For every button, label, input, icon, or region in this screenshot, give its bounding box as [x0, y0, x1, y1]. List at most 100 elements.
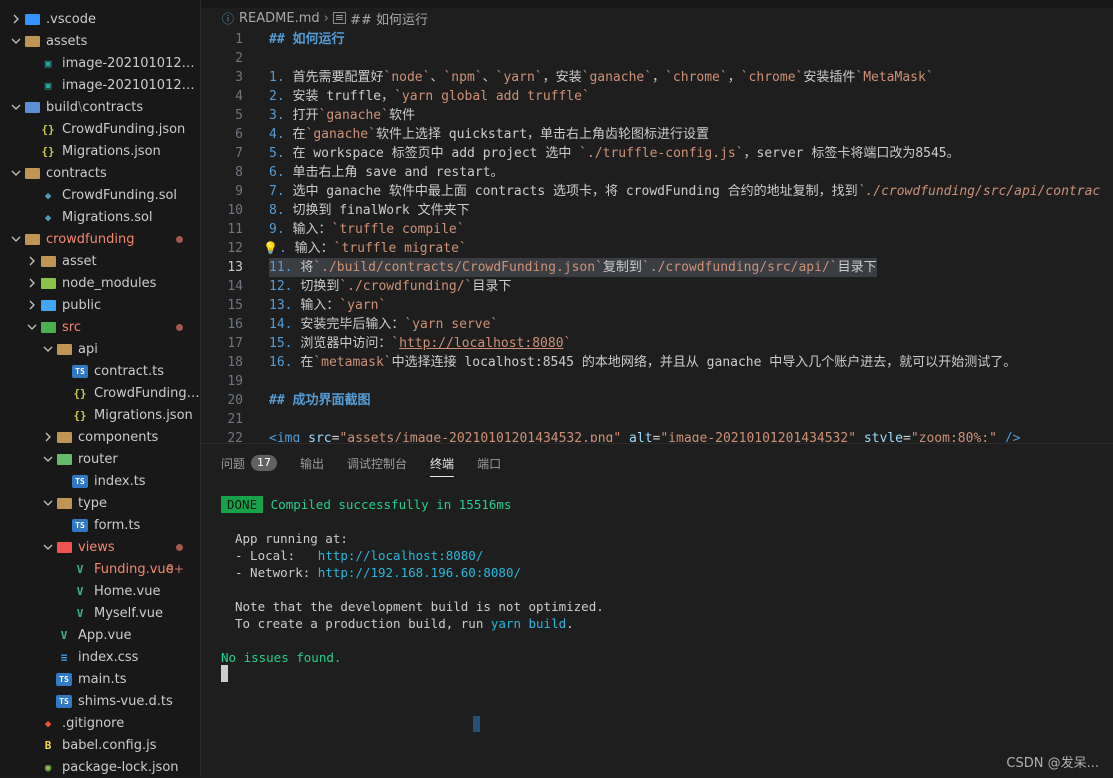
editor-line[interactable]: 12 💡. 输入：`truffle migrate`	[201, 239, 1113, 258]
editor-line[interactable]: 11 9. 输入：`truffle compile`	[201, 220, 1113, 239]
line-code: 13. 输入：`yarn`	[269, 296, 386, 315]
explorer-item[interactable]: TS contract.ts	[0, 360, 200, 382]
editor-line[interactable]: 16 14. 安装完毕后输入：`yarn serve`	[201, 315, 1113, 334]
explorer-item[interactable]: {} CrowdFunding.json	[0, 118, 200, 140]
explorer-item[interactable]: {} Migrations.json	[0, 140, 200, 162]
editor-line[interactable]: 10 8. 切换到 finalWork 文件夹下	[201, 201, 1113, 220]
explorer-item[interactable]: ◆ CrowdFunding.sol	[0, 184, 200, 206]
lightbulb-icon[interactable]: 💡	[263, 239, 278, 258]
explorer-item[interactable]: src	[0, 316, 200, 338]
editor-line[interactable]: 17 15. 浏览器中访问：`http://localhost:8080`	[201, 334, 1113, 353]
editor-line[interactable]: 7 5. 在 workspace 标签页中 add project 选中 `./t…	[201, 144, 1113, 163]
no-issues-message: No issues found.	[221, 650, 342, 665]
explorer-item[interactable]: V Funding.vue 9+	[0, 558, 200, 580]
explorer-item[interactable]: ▣ image-2021010120143...	[0, 52, 200, 74]
explorer-item[interactable]: asset	[0, 250, 200, 272]
terminal-line-done: DONE Compiled successfully in 15516ms	[221, 496, 511, 513]
local-url-link[interactable]: http://localhost:8080/	[318, 548, 484, 563]
line-number: 19	[227, 374, 243, 389]
explorer-item[interactable]: crowdfunding	[0, 228, 200, 250]
bottom-panel: 问题 17 输出 调试控制台 终端 端口 DONE Compiled successful…	[201, 443, 1113, 778]
explorer-item-label: Migrations.sol	[62, 209, 153, 225]
editor-line[interactable]: 5 3. 打开`ganache`软件	[201, 106, 1113, 125]
explorer-item[interactable]: node_modules	[0, 272, 200, 294]
panel-tab[interactable]: 端口	[477, 452, 501, 474]
explorer-item[interactable]: V App.vue	[0, 624, 200, 646]
panel-tab[interactable]: 输出	[300, 452, 324, 474]
editor-line[interactable]: 14 12. 切换到`./crowdfunding/`目录下	[201, 277, 1113, 296]
explorer-item[interactable]: ◆ .gitignore	[0, 712, 200, 734]
explorer-item[interactable]: router	[0, 448, 200, 470]
explorer-item[interactable]: Bbabel.config.js	[0, 734, 200, 756]
network-url-link[interactable]: http://192.168.196.60:8080/	[318, 565, 521, 580]
code-token: `yarn`	[339, 298, 387, 313]
panel-tab[interactable]: 终端	[430, 452, 455, 477]
explorer-item[interactable]: type	[0, 492, 200, 514]
explorer-item[interactable]: TS main.ts	[0, 668, 200, 690]
line-number: 12	[227, 241, 243, 256]
explorer-item-label: shims-vue.d.ts	[78, 693, 173, 709]
code-token: `yarn`	[495, 70, 543, 85]
editor-line[interactable]: 6 4. 在`ganache`软件上选择 quickstart，单击右上角齿轮图标…	[201, 125, 1113, 144]
explorer-item[interactable]: ▣ image-2021010120155...	[0, 74, 200, 96]
breadcrumb-section[interactable]: ## 如何运行	[350, 9, 428, 28]
line-number: 1	[235, 32, 243, 47]
explorer-item-label: index.ts	[94, 473, 146, 489]
explorer-item[interactable]: .vscode	[0, 8, 200, 30]
editor-line[interactable]: 13 11. 将`./build/contracts/CrowdFunding.j…	[201, 258, 1113, 277]
editor-line[interactable]: 20 ## 成功界面截图	[201, 391, 1113, 410]
code-token: 浏览器中访问：	[300, 336, 392, 351]
panel-tab-label: 端口	[477, 456, 502, 471]
editor-line[interactable]: 15 13. 输入：`yarn`	[201, 296, 1113, 315]
editor-line[interactable]: 21	[201, 410, 1113, 429]
explorer-item[interactable]: TS form.ts	[0, 514, 200, 536]
explorer-item[interactable]: {} CrowdFunding.json	[0, 382, 200, 404]
editor-line[interactable]: 19	[201, 372, 1113, 391]
editor-line[interactable]: 8 6. 单击右上角 save and restart。	[201, 163, 1113, 182]
code-token: 输入：	[300, 298, 340, 313]
explorer-item[interactable]: TS shims-vue.d.ts	[0, 690, 200, 712]
editor-line[interactable]: 2	[201, 49, 1113, 68]
explorer-item[interactable]: contracts	[0, 162, 200, 184]
code-token: 16.	[269, 355, 301, 370]
explorer-item[interactable]: assets	[0, 30, 200, 52]
folder-icon	[24, 231, 40, 247]
problem-count-badge: 9+	[166, 562, 184, 576]
explorer-item[interactable]: V Myself.vue	[0, 602, 200, 624]
explorer-item[interactable]: ◉ package-lock.json	[0, 756, 200, 777]
editor-line[interactable]: 1 ## 如何运行	[201, 30, 1113, 49]
code-token: <img	[269, 431, 309, 442]
explorer-item[interactable]: public	[0, 294, 200, 316]
explorer-item[interactable]: ◆ Migrations.sol	[0, 206, 200, 228]
explorer-item[interactable]: {} Migrations.json	[0, 404, 200, 426]
panel-tab[interactable]: 问题 17	[221, 452, 278, 474]
code-token: 14.	[269, 317, 301, 332]
editor-line[interactable]: 4 2. 安装 truffle，`yarn global add truffle`	[201, 87, 1113, 106]
code-token: ，server 标签卡将端口改为8545。	[743, 146, 960, 161]
explorer-item[interactable]: views	[0, 536, 200, 558]
line-code: 6. 单击右上角 save and restart。	[269, 163, 504, 182]
explorer-item-label: Myself.vue	[94, 605, 163, 621]
explorer-item[interactable]: api	[0, 338, 200, 360]
image-file-icon: ▣	[44, 56, 52, 70]
explorer-item[interactable]: V Home.vue	[0, 580, 200, 602]
editor-line[interactable]: 22 <img src = "assets/image-202101012014345…	[201, 429, 1113, 442]
explorer-item[interactable]: components	[0, 426, 200, 448]
editor-line[interactable]: 18 16. 在`metamask`中选择连接 localhost:8545 的本…	[201, 353, 1113, 372]
explorer-item-label: src	[62, 319, 81, 335]
code-token: 13.	[269, 298, 301, 313]
panel-tab[interactable]: 调试控制台	[347, 452, 407, 474]
breadcrumb-file[interactable]: README.md	[239, 11, 320, 26]
code-token: 在	[292, 127, 306, 142]
code-editor[interactable]: 1 ## 如何运行 2 3 1. 首先需要配置好`node`、`npm`、`yarn`，…	[201, 28, 1113, 442]
editor-line[interactable]: 3 1. 首先需要配置好`node`、`npm`、`yarn`，安装`ganach…	[201, 68, 1113, 87]
explorer-item[interactable]: build \ contracts	[0, 96, 200, 118]
line-code: 11. 将`./build/contracts/CrowdFunding.jso…	[269, 258, 877, 277]
editor-line[interactable]: 9 7. 选中 ganache 软件中最上面 contracts 选项卡，将 cr…	[201, 182, 1113, 201]
watermark: CSDN @发呆...	[1006, 756, 1099, 771]
code-token: 12.	[269, 279, 301, 294]
explorer-item[interactable]: TS index.ts	[0, 470, 200, 492]
code-token: `./truffle-config.js`	[579, 146, 744, 161]
explorer-item[interactable]: ≡ index.css	[0, 646, 200, 668]
line-code: 💡. 输入：`truffle migrate`	[263, 239, 467, 258]
